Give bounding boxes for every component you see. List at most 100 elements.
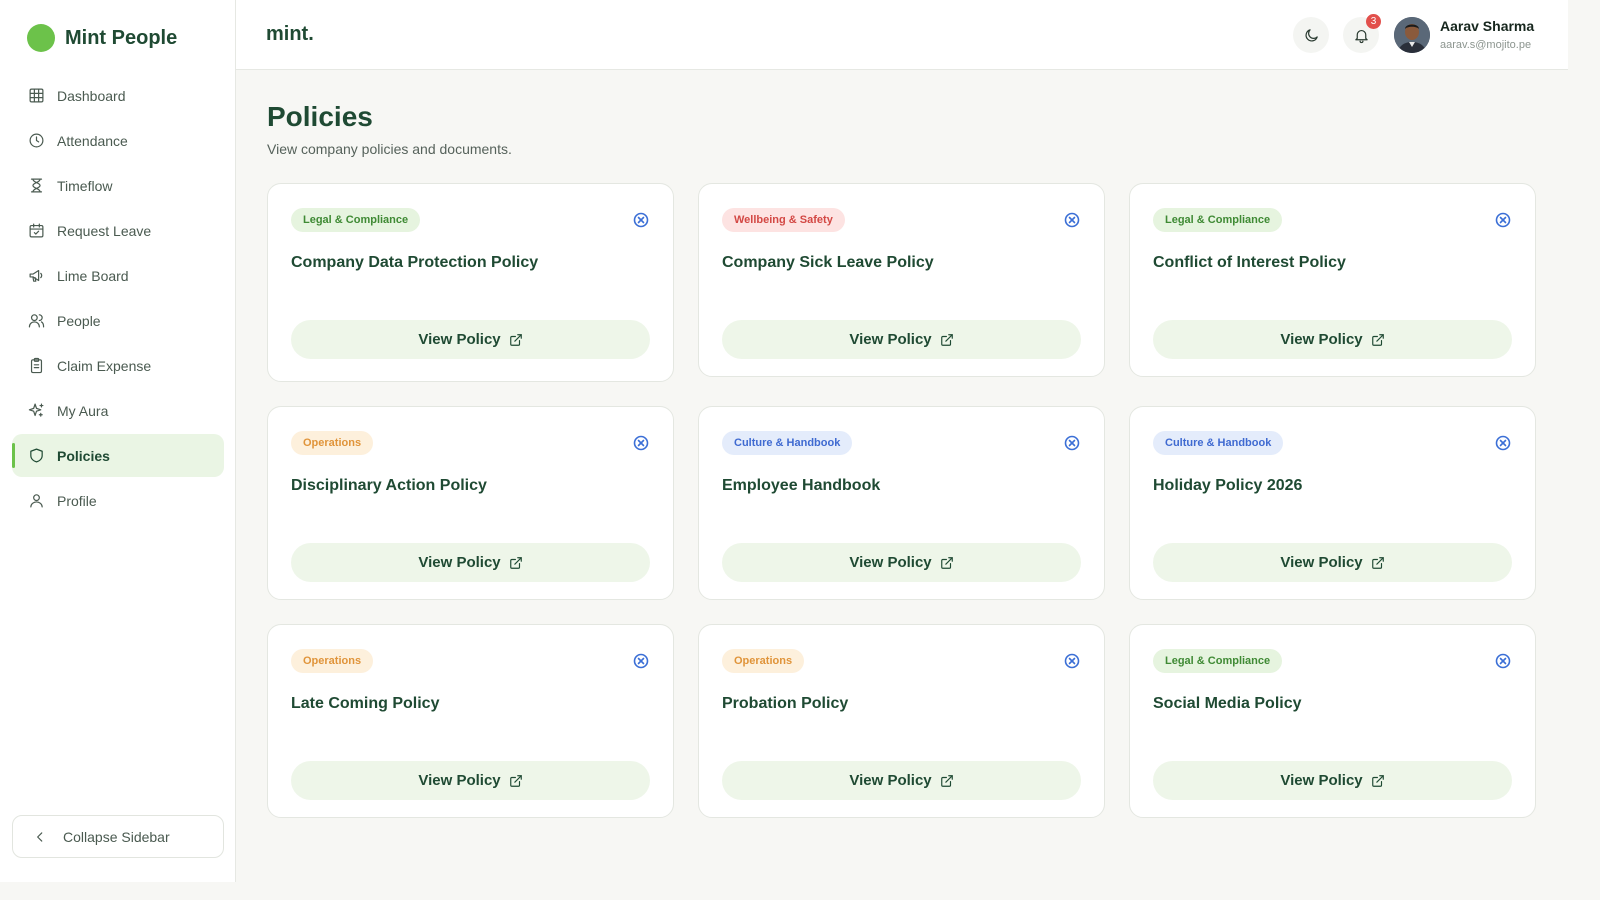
- user-name: Aarav Sharma: [1440, 18, 1535, 34]
- sidebar-item-lime-board[interactable]: Lime Board: [12, 254, 224, 297]
- external-link-icon: [940, 556, 953, 569]
- close-icon[interactable]: [1064, 653, 1080, 669]
- policy-title: Probation Policy: [722, 695, 849, 712]
- sidebar-item-label: Timeflow: [57, 177, 113, 194]
- view-policy-button[interactable]: View Policy: [1153, 543, 1512, 582]
- shield-icon: [30, 448, 43, 463]
- sidebar-item-timeflow[interactable]: Timeflow: [12, 164, 224, 207]
- view-policy-button[interactable]: View Policy: [1153, 320, 1512, 359]
- view-policy-label: View Policy: [1280, 772, 1363, 789]
- close-icon[interactable]: [633, 435, 649, 451]
- users-icon: [28, 314, 45, 328]
- policy-category-tag: Wellbeing & Safety: [722, 208, 845, 232]
- view-policy-button[interactable]: View Policy: [722, 320, 1081, 359]
- sidebar-item-dashboard[interactable]: Dashboard: [12, 74, 224, 117]
- sidebar-item-label: My Aura: [57, 402, 109, 419]
- sidebar-item-profile[interactable]: Profile: [12, 479, 224, 522]
- collapse-sidebar-button[interactable]: Collapse Sidebar: [12, 815, 224, 858]
- external-link-icon: [940, 333, 953, 346]
- view-policy-button[interactable]: View Policy: [291, 320, 650, 359]
- sidebar-item-label: People: [57, 312, 101, 329]
- view-policy-button[interactable]: View Policy: [291, 761, 650, 800]
- moon-icon: [1305, 28, 1318, 41]
- sidebar-item-label: Attendance: [57, 132, 128, 149]
- external-link-icon: [940, 774, 953, 787]
- external-link-icon: [1371, 774, 1384, 787]
- close-icon[interactable]: [1495, 212, 1511, 228]
- view-policy-label: View Policy: [1280, 331, 1363, 348]
- view-policy-button[interactable]: View Policy: [722, 761, 1081, 800]
- policy-card: Legal & Compliance Social Media Policy V…: [1129, 624, 1536, 818]
- close-icon[interactable]: [1495, 435, 1511, 451]
- sidebar-item-label: Policies: [57, 447, 110, 464]
- close-icon[interactable]: [633, 653, 649, 669]
- sidebar-item-label: Claim Expense: [57, 357, 152, 374]
- close-icon[interactable]: [633, 212, 649, 228]
- sidebar: Mint People Dashboard Attendance Timeflo…: [0, 0, 236, 882]
- header-logo[interactable]: mint.: [266, 23, 314, 46]
- view-policy-label: View Policy: [418, 554, 501, 571]
- close-icon[interactable]: [1064, 212, 1080, 228]
- sidebar-item-request-leave[interactable]: Request Leave: [12, 209, 224, 252]
- brand[interactable]: Mint People: [27, 24, 177, 52]
- sidebar-item-attendance[interactable]: Attendance: [12, 119, 224, 162]
- clipboard-icon: [30, 357, 43, 374]
- view-policy-button[interactable]: View Policy: [1153, 761, 1512, 800]
- policy-category-tag: Legal & Compliance: [1153, 208, 1283, 232]
- policy-title: Disciplinary Action Policy: [291, 477, 487, 494]
- bell-icon: [1354, 29, 1368, 43]
- policy-card: Culture & Handbook Holiday Policy 2026 V…: [1129, 406, 1536, 600]
- policy-category-tag: Legal & Compliance: [291, 208, 421, 232]
- external-link-icon: [509, 556, 522, 569]
- policy-card: Wellbeing & Safety Company Sick Leave Po…: [698, 183, 1105, 377]
- view-policy-button[interactable]: View Policy: [291, 543, 650, 582]
- policy-category-tag: Culture & Handbook: [1153, 431, 1284, 455]
- policy-title: Employee Handbook: [722, 477, 881, 494]
- policy-title: Conflict of Interest Policy: [1153, 254, 1346, 271]
- view-policy-label: View Policy: [418, 331, 501, 348]
- sidebar-item-claim-expense[interactable]: Claim Expense: [12, 344, 224, 387]
- sidebar-item-policies[interactable]: Policies: [12, 434, 224, 477]
- close-icon[interactable]: [1064, 435, 1080, 451]
- external-link-icon: [509, 774, 522, 787]
- external-link-icon: [509, 333, 522, 346]
- notifications-button[interactable]: 3: [1343, 14, 1381, 53]
- policy-card: Operations Disciplinary Action Policy Vi…: [267, 406, 674, 600]
- brand-name: Mint People: [65, 26, 178, 49]
- sidebar-item-label: Dashboard: [57, 87, 126, 104]
- policy-card: Operations Late Coming Policy View Polic…: [267, 624, 674, 818]
- hourglass-icon: [30, 178, 43, 193]
- sidebar-item-label: Request Leave: [57, 222, 152, 239]
- calendar-check-icon: [29, 223, 44, 238]
- sidebar-item-my-aura[interactable]: My Aura: [12, 389, 224, 432]
- megaphone-icon: [29, 269, 43, 282]
- sidebar-item-label: Profile: [57, 492, 97, 509]
- policy-title: Late Coming Policy: [291, 695, 440, 712]
- policy-category-tag: Operations: [291, 649, 374, 673]
- grid-icon: [29, 88, 44, 103]
- close-icon[interactable]: [1495, 653, 1511, 669]
- sparkles-icon: [28, 403, 44, 417]
- sidebar-item-people[interactable]: People: [12, 299, 224, 342]
- brand-logo-icon: [27, 24, 55, 52]
- view-policy-button[interactable]: View Policy: [722, 543, 1081, 582]
- view-policy-label: View Policy: [1280, 554, 1363, 571]
- policy-category-tag: Operations: [291, 431, 374, 455]
- avatar[interactable]: [1394, 17, 1430, 53]
- clock-icon: [29, 133, 44, 148]
- view-policy-label: View Policy: [849, 772, 932, 789]
- theme-toggle-button[interactable]: [1293, 17, 1329, 53]
- collapse-sidebar-label: Collapse Sidebar: [63, 828, 170, 845]
- policy-title: Social Media Policy: [1153, 695, 1302, 712]
- view-policy-label: View Policy: [849, 554, 932, 571]
- top-header: mint. 3 Aarav Sharma aarav.s@mojito.pe: [236, 0, 1568, 70]
- sidebar-nav: Dashboard Attendance Timeflow Request Le…: [12, 74, 224, 524]
- avatar-image: [1394, 17, 1430, 53]
- policy-card: Operations Probation Policy View Policy: [698, 624, 1105, 818]
- view-policy-label: View Policy: [418, 772, 501, 789]
- view-policy-label: View Policy: [849, 331, 932, 348]
- app-root: Mint People Dashboard Attendance Timeflo…: [0, 0, 1568, 882]
- policy-card: Culture & Handbook Employee Handbook Vie…: [698, 406, 1105, 600]
- page-subtitle: View company policies and documents.: [267, 141, 512, 157]
- policy-category-tag: Legal & Compliance: [1153, 649, 1283, 673]
